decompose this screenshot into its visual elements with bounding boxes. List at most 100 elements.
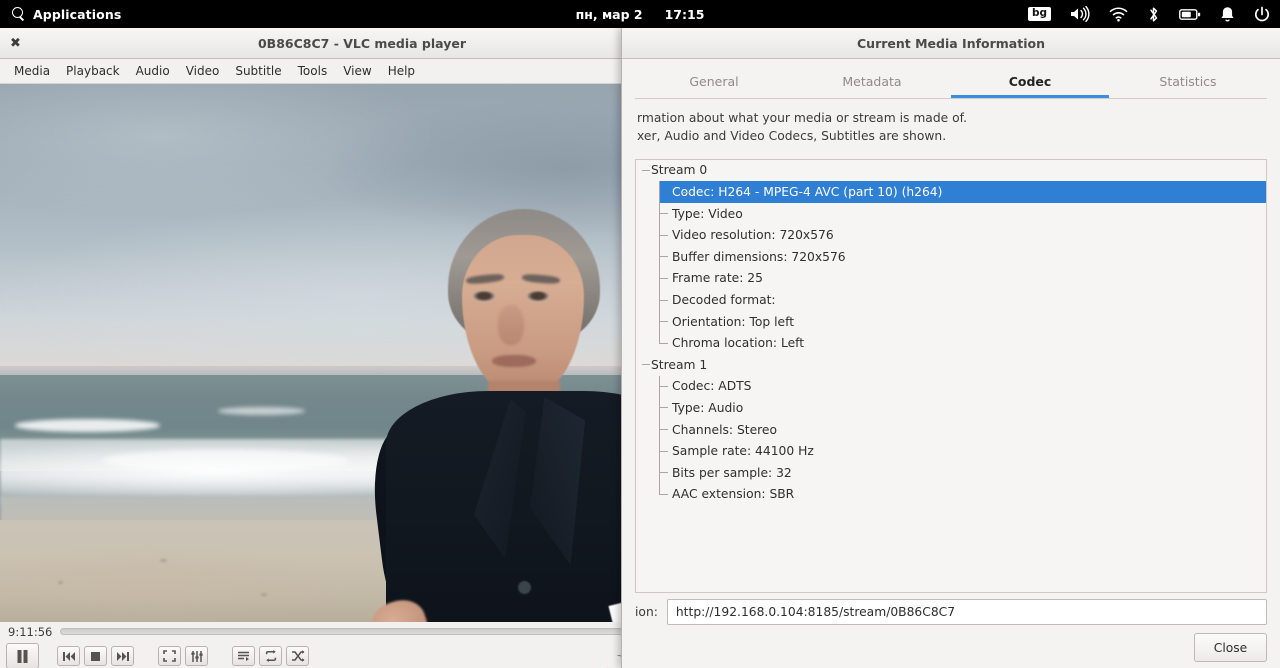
- tree-branch-line: [659, 342, 668, 344]
- tree-property-node[interactable]: Sample rate: 44100 Hz: [636, 440, 1266, 462]
- close-icon[interactable]: ✖: [6, 34, 25, 53]
- vlc-media-player-window: ✖ 0B86C8C7 - VLC media player Media Play…: [0, 28, 725, 668]
- tree-branch-line: [659, 299, 668, 301]
- tree-property-node[interactable]: Chroma location: Left: [636, 332, 1266, 354]
- system-indicators: bg: [1027, 0, 1270, 28]
- tree-property-node[interactable]: Decoded format:: [636, 289, 1266, 311]
- tree-stream-node[interactable]: Stream 0: [636, 160, 1266, 182]
- loop-button[interactable]: [259, 646, 282, 666]
- menu-media[interactable]: Media: [6, 62, 58, 80]
- location-input[interactable]: http://192.168.0.104:8185/stream/0B86C8C…: [666, 599, 1267, 625]
- vlc-control-bar: 9:11:56 00:00: [0, 622, 725, 668]
- tree-branch-line: [659, 385, 668, 387]
- system-top-bar: Applications пн, мар 2 17:15 bg: [0, 0, 1280, 28]
- tree-property-node[interactable]: Channels: Stereo: [636, 418, 1266, 441]
- tree-property-node[interactable]: Codec: ADTS: [636, 375, 1266, 398]
- location-row: ion: http://192.168.0.104:8185/stream/0B…: [635, 599, 1267, 625]
- vlc-title-bar[interactable]: ✖ 0B86C8C7 - VLC media player: [0, 28, 724, 59]
- menu-video[interactable]: Video: [178, 62, 228, 80]
- reporter-mouth: [492, 355, 536, 367]
- close-button[interactable]: Close: [1194, 633, 1267, 662]
- applications-label: Applications: [33, 6, 122, 22]
- power-icon[interactable]: [1254, 0, 1270, 28]
- tree-branch-line: [659, 277, 668, 279]
- tree-node-label: Type: Audio: [672, 400, 744, 415]
- tree-node-label: Channels: Stereo: [672, 422, 778, 437]
- dialog-title-bar[interactable]: Current Media Information: [622, 28, 1280, 59]
- tree-node-label: Frame rate: 25: [672, 271, 763, 286]
- tree-property-node[interactable]: Orientation: Top left: [636, 310, 1266, 333]
- tree-property-node[interactable]: Codec: H264 - MPEG-4 AVC (part 10) (h264…: [659, 181, 1266, 203]
- tree-property-node[interactable]: AAC extension: SBR: [636, 483, 1266, 506]
- playlist-button[interactable]: [232, 646, 255, 666]
- desktop-screen: Applications пн, мар 2 17:15 bg ✖ 0B86C8…: [0, 0, 1280, 668]
- previous-button[interactable]: [57, 646, 80, 666]
- tree-property-node[interactable]: Frame rate: 25: [636, 267, 1266, 290]
- tree-node-label: Codec: H264 - MPEG-4 AVC (part 10) (h264…: [672, 185, 943, 200]
- dialog-tabs: General Metadata Codec Statistics: [635, 68, 1267, 99]
- tree-branch-line: [682, 191, 691, 193]
- date-label[interactable]: пн, мар 2: [576, 7, 643, 22]
- wifi-icon[interactable]: [1109, 0, 1128, 28]
- tab-metadata[interactable]: Metadata: [793, 68, 951, 98]
- tree-branch-line: [659, 472, 668, 474]
- time-label[interactable]: 17:15: [665, 7, 705, 22]
- search-icon: [12, 7, 26, 21]
- menu-help[interactable]: Help: [380, 62, 423, 80]
- tree-node-label: Bits per sample: 32: [672, 465, 792, 480]
- dialog-footer: Close: [1194, 633, 1267, 662]
- tree-node-label: Type: Video: [672, 206, 743, 221]
- tree-node-label: Orientation: Top left: [672, 314, 795, 329]
- menu-audio[interactable]: Audio: [128, 62, 178, 80]
- tree-node-label: Sample rate: 44100 Hz: [672, 444, 814, 459]
- applications-menu[interactable]: Applications: [0, 7, 121, 22]
- tree-property-node[interactable]: Buffer dimensions: 720x576: [636, 246, 1266, 268]
- notifications-icon[interactable]: [1220, 0, 1235, 28]
- tree-node-label: Stream 1: [651, 357, 708, 372]
- tree-node-label: Chroma location: Left: [672, 336, 805, 351]
- tree-property-node[interactable]: Video resolution: 720x576: [636, 224, 1266, 246]
- tree-branch-line: [659, 450, 668, 452]
- tree-node-label: AAC extension: SBR: [672, 487, 795, 502]
- shuffle-button[interactable]: [286, 646, 309, 666]
- menu-playback[interactable]: Playback: [58, 62, 128, 80]
- tree-node-label: Codec: ADTS: [672, 379, 752, 394]
- tree-branch-line: [642, 364, 650, 366]
- tree-stream-node[interactable]: Stream 1: [636, 354, 1266, 376]
- seek-slider[interactable]: [60, 628, 665, 635]
- media-information-dialog: Current Media Information General Metada…: [621, 28, 1280, 668]
- tree-node-label: Decoded format:: [672, 293, 776, 308]
- tab-codec[interactable]: Codec: [951, 68, 1109, 98]
- codec-description: rmation about what your media or stream …: [635, 99, 1267, 152]
- location-label: ion:: [635, 605, 658, 619]
- vlc-window-title: 0B86C8C7 - VLC media player: [257, 35, 466, 51]
- menu-view[interactable]: View: [335, 62, 379, 80]
- fullscreen-button[interactable]: [158, 646, 181, 666]
- extended-settings-button[interactable]: [185, 646, 208, 666]
- volume-icon[interactable]: [1070, 0, 1090, 28]
- video-output-area[interactable]: [0, 84, 725, 622]
- reporter-nose: [498, 305, 524, 345]
- menu-tools[interactable]: Tools: [290, 62, 336, 80]
- vlc-menu-bar: Media Playback Audio Video Subtitle Tool…: [0, 59, 724, 84]
- bluetooth-icon[interactable]: [1147, 0, 1160, 28]
- codec-tree[interactable]: Stream 0 Codec: H264 - MPEG-4 AVC (part 1…: [635, 158, 1267, 593]
- tree-property-node[interactable]: Type: Audio: [636, 397, 1266, 419]
- dialog-body: General Metadata Codec Statistics rmatio…: [622, 59, 1280, 668]
- tree-property-node[interactable]: Bits per sample: 32: [636, 461, 1266, 484]
- tree-branch-line: [659, 256, 668, 258]
- menu-subtitle[interactable]: Subtitle: [227, 62, 289, 80]
- tree-branch-line: [659, 407, 668, 409]
- play-pause-button[interactable]: [6, 643, 39, 668]
- tree-node-label: Video resolution: 720x576: [672, 228, 834, 243]
- keyboard-layout-indicator[interactable]: bg: [1027, 0, 1051, 28]
- reporter-jacket-button: [518, 581, 531, 594]
- tree-branch-line: [659, 213, 668, 215]
- battery-icon[interactable]: [1179, 0, 1201, 28]
- tree-property-node[interactable]: Type: Video: [636, 202, 1266, 225]
- next-button[interactable]: [111, 646, 134, 666]
- tree-branch-line: [659, 493, 668, 495]
- stop-button[interactable]: [84, 646, 107, 666]
- tab-general[interactable]: General: [635, 68, 793, 98]
- tab-statistics[interactable]: Statistics: [1109, 68, 1267, 98]
